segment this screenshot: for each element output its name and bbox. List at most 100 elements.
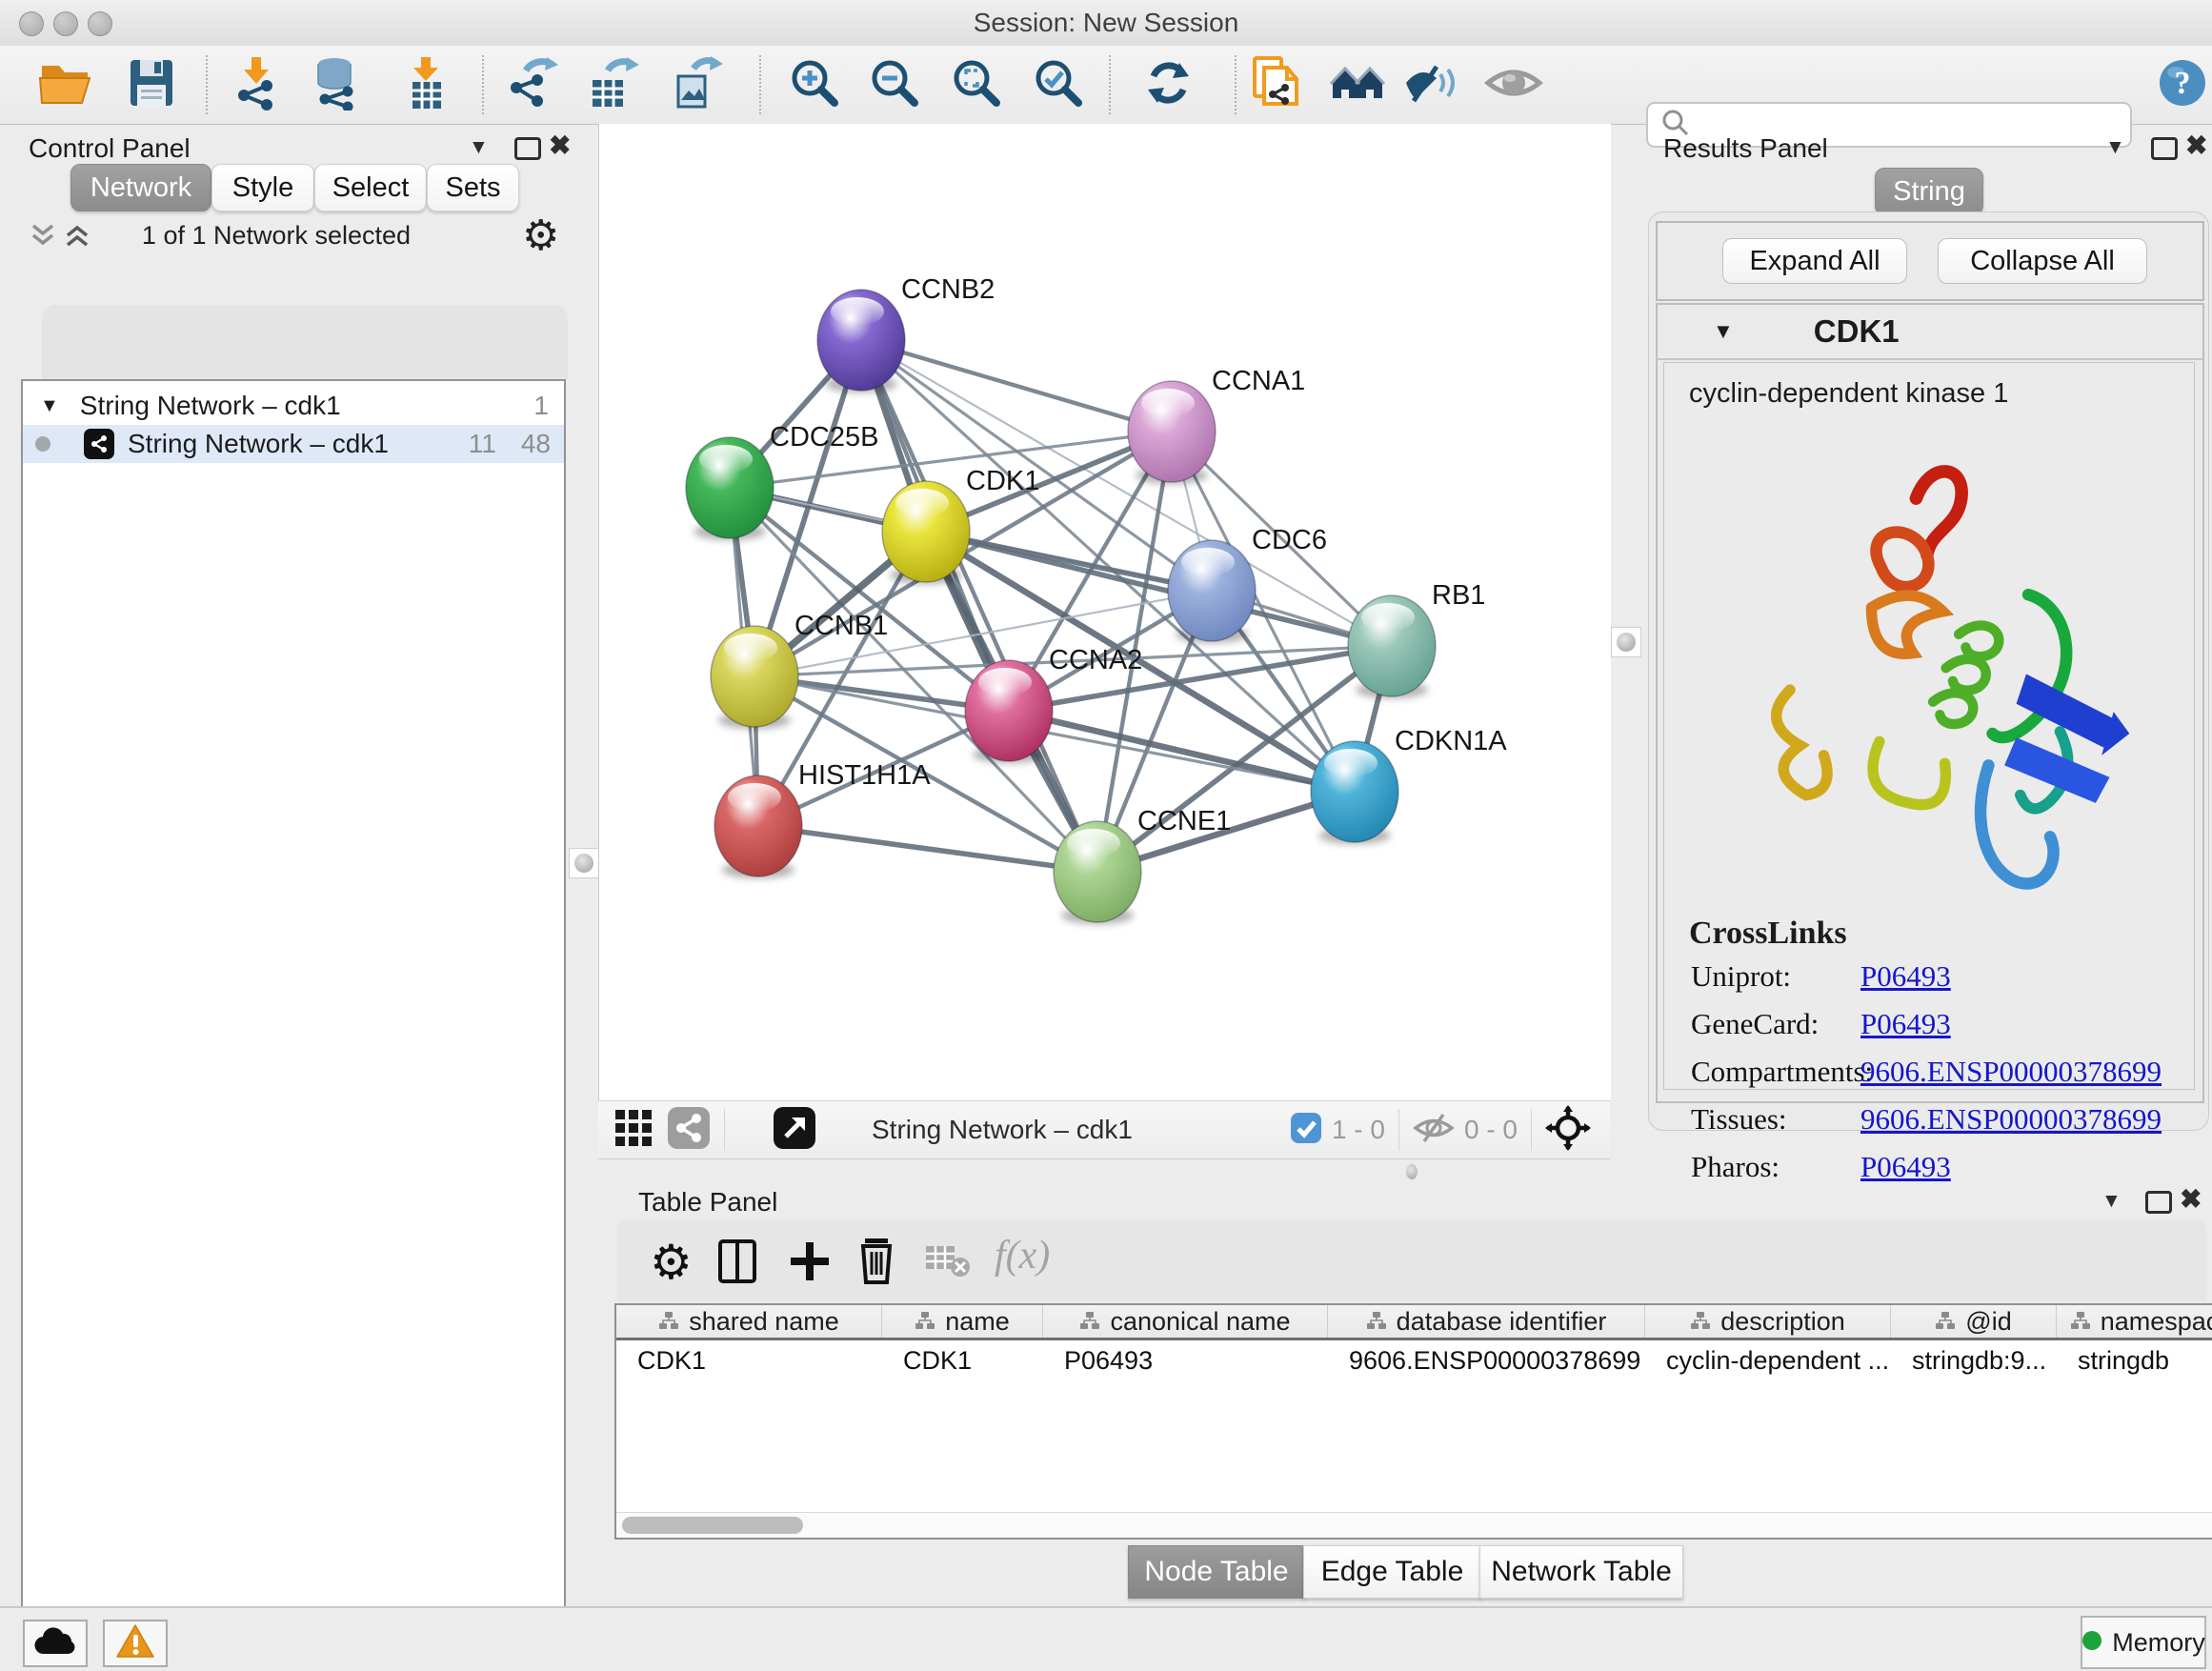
float-panel-icon[interactable] — [514, 137, 541, 160]
import-network-from-database-button[interactable] — [305, 53, 368, 116]
float-panel-icon[interactable] — [2145, 1191, 2172, 1214]
network-options-gear-icon[interactable]: ⚙ — [522, 211, 559, 260]
column-header-shared-name[interactable]: shared name — [616, 1305, 882, 1338]
right-splitter[interactable] — [1610, 124, 1640, 1183]
network-graph[interactable]: CCNB2CCNA1CDC25BCDK1CDC6RB1CCNB1CCNA2CDK… — [599, 124, 1611, 1100]
table-cell[interactable]: 9606.ENSP00000378699 — [1328, 1340, 1645, 1380]
network-tree-child-row[interactable]: String Network – cdk1 11 48 — [23, 425, 564, 463]
panel-menu-icon[interactable]: ▼ — [2105, 131, 2125, 164]
column-header--id[interactable]: @id — [1891, 1305, 2057, 1338]
node-HIST1H1A[interactable]: HIST1H1A — [714, 760, 931, 878]
node-CDKN1A[interactable]: CDKN1A — [1311, 726, 1507, 844]
apply-layout-button[interactable] — [1137, 53, 1200, 116]
column-header-name[interactable]: name — [882, 1305, 1043, 1338]
save-session-button[interactable] — [120, 53, 183, 116]
function-builder-icon[interactable]: f(x) — [995, 1233, 1050, 1278]
import-network-button[interactable] — [227, 53, 290, 116]
splitter-grip[interactable] — [1406, 1164, 1418, 1179]
panel-menu-icon[interactable]: ▼ — [2101, 1185, 2122, 1218]
horizontal-splitter[interactable] — [598, 1158, 1610, 1183]
import-table-button[interactable] — [394, 53, 457, 116]
collapse-all-networks-icon[interactable] — [29, 223, 57, 252]
section-collapse-icon[interactable]: ▼ — [1713, 319, 1734, 344]
table-cell[interactable]: stringdb — [2057, 1340, 2212, 1380]
column-header-canonical-name[interactable]: canonical name — [1043, 1305, 1328, 1338]
collapse-all-button[interactable]: Collapse All — [1938, 238, 2147, 284]
table-cell[interactable]: cyclin-dependent ... — [1645, 1340, 1891, 1380]
birds-eye-view-icon[interactable] — [773, 1106, 816, 1155]
delete-column-icon[interactable] — [857, 1237, 895, 1289]
column-header-description[interactable]: description — [1645, 1305, 1891, 1338]
show-columns-icon[interactable] — [716, 1238, 758, 1289]
network-canvas[interactable]: CCNB2CCNA1CDC25BCDK1CDC6RB1CCNB1CCNA2CDK… — [598, 124, 1611, 1100]
tab-select[interactable]: Select — [314, 164, 427, 211]
export-table-button[interactable] — [581, 53, 644, 116]
export-image-button[interactable] — [665, 53, 728, 116]
memory-button[interactable]: Memory — [2081, 1616, 2206, 1669]
help-button[interactable]: ? — [2151, 53, 2212, 116]
edge-CCNB2-CCNA1[interactable] — [861, 340, 1172, 432]
crosslink-link[interactable]: P06493 — [1860, 959, 1951, 994]
close-panel-icon[interactable]: ✖ — [2180, 1185, 2202, 1214]
edge-CCNA2-CDKN1A[interactable] — [1009, 711, 1355, 792]
table-horizontal-scrollbar[interactable] — [616, 1512, 2212, 1538]
fit-selected-crosshair-icon[interactable] — [1545, 1105, 1591, 1156]
edge-CCNB2-CCNE1[interactable] — [861, 340, 1097, 872]
zoom-in-button[interactable] — [783, 53, 846, 116]
toggle-graphics-details-button[interactable] — [1400, 53, 1463, 116]
column-header-database-identifier[interactable]: database identifier — [1328, 1305, 1645, 1338]
hidden-eye-icon[interactable] — [1413, 1111, 1455, 1150]
open-session-button[interactable] — [34, 53, 97, 116]
crosslink-link[interactable]: 9606.ENSP00000378699 — [1860, 1102, 2162, 1137]
edge-HIST1H1A-CCNE1[interactable] — [758, 826, 1097, 872]
left-splitter[interactable] — [568, 124, 598, 1606]
table-cell[interactable]: CDK1 — [616, 1340, 882, 1380]
delete-table-icon[interactable] — [924, 1244, 972, 1283]
tab-network[interactable]: Network — [70, 164, 211, 211]
column-header-namespace[interactable]: namespace — [2057, 1305, 2212, 1338]
zoom-out-button[interactable] — [863, 53, 926, 116]
tree-collapse-icon[interactable]: ▼ — [40, 395, 59, 417]
grid-view-icon[interactable] — [612, 1106, 655, 1155]
crosslink-link[interactable]: P06493 — [1860, 1007, 1951, 1041]
node-CCNE1[interactable]: CCNE1 — [1054, 806, 1231, 924]
tab-edge-table[interactable]: Edge Table — [1303, 1545, 1481, 1599]
cdk1-section-header[interactable]: ▼ CDK1 — [1658, 305, 2202, 360]
table-cell[interactable]: P06493 — [1043, 1340, 1328, 1380]
node-CCNB1[interactable]: CCNB1 — [711, 611, 888, 729]
export-network-button[interactable] — [501, 53, 564, 116]
presentation-mode-button[interactable] — [1482, 53, 1545, 116]
close-panel-icon[interactable]: ✖ — [2185, 131, 2207, 160]
string-home-button[interactable] — [1328, 53, 1391, 116]
zoom-fit-button[interactable] — [945, 53, 1008, 116]
scrollbar-thumb[interactable] — [622, 1517, 803, 1534]
warning-status-button[interactable] — [103, 1620, 168, 1667]
splitter-grip[interactable] — [569, 848, 599, 878]
add-column-icon[interactable] — [789, 1238, 831, 1289]
table-settings-gear-icon[interactable]: ⚙ — [650, 1235, 693, 1290]
crosslink-link[interactable]: 9606.ENSP00000378699 — [1860, 1055, 2162, 1089]
panel-menu-icon[interactable]: ▼ — [469, 131, 489, 164]
tab-string[interactable]: String — [1875, 168, 1983, 215]
node-CCNA1[interactable]: CCNA1 — [1128, 366, 1305, 484]
tab-style[interactable]: Style — [211, 164, 314, 211]
expand-all-networks-icon[interactable] — [63, 223, 91, 252]
splitter-grip[interactable] — [1611, 627, 1641, 657]
table-cell[interactable]: CDK1 — [882, 1340, 1043, 1380]
tab-sets[interactable]: Sets — [427, 164, 519, 211]
crosslink-link[interactable]: P06493 — [1860, 1150, 1951, 1184]
network-tree-parent-row[interactable]: ▼ String Network – cdk1 1 — [23, 387, 564, 425]
expand-all-button[interactable]: Expand All — [1722, 238, 1907, 284]
cloud-status-button[interactable] — [23, 1620, 88, 1667]
selected-checkbox-icon[interactable] — [1290, 1112, 1322, 1149]
node-CCNB2[interactable]: CCNB2 — [817, 274, 995, 393]
node-RB1[interactable]: RB1 — [1348, 580, 1485, 698]
float-panel-icon[interactable] — [2151, 137, 2178, 160]
table-cell[interactable]: stringdb:9... — [1891, 1340, 2057, 1380]
tab-network-table[interactable]: Network Table — [1479, 1545, 1683, 1599]
zoom-selected-button[interactable] — [1027, 53, 1090, 116]
network-list-view-icon[interactable] — [667, 1106, 711, 1155]
table-row[interactable]: CDK1CDK1P064939606.ENSP00000378699cyclin… — [616, 1340, 2212, 1380]
tab-node-table[interactable]: Node Table — [1128, 1545, 1305, 1599]
share-document-button[interactable] — [1246, 53, 1309, 116]
